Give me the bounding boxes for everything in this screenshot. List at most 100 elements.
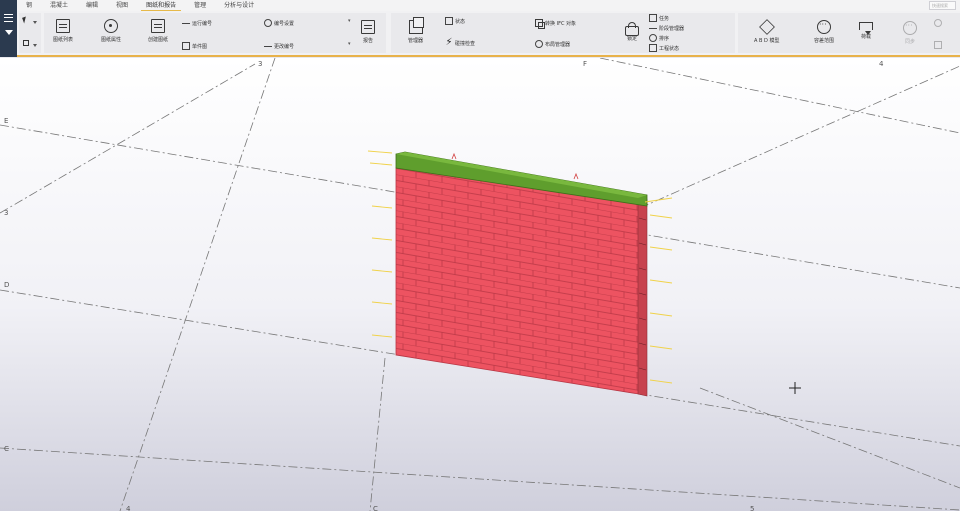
layout-manager-icon — [535, 40, 543, 48]
snap-dropdown-icon[interactable] — [33, 44, 37, 47]
measure-icon — [817, 20, 831, 34]
tab-drawings-reports[interactable]: 图纸和报告 — [137, 0, 185, 11]
status-button[interactable]: 状态 — [445, 17, 465, 25]
task-label: 任务 — [659, 15, 670, 22]
tab-concrete[interactable]: 混凝土 — [41, 0, 77, 11]
tab-manage[interactable]: 管理 — [185, 0, 215, 11]
lightning-icon: ⚡ — [445, 37, 453, 48]
hamburger-menu-icon[interactable] — [4, 14, 13, 22]
model-viewport[interactable]: 3 F 4 E 3 D C 4 C 5 — [0, 58, 960, 511]
tab-steel[interactable]: 钢 — [17, 0, 41, 11]
abd-model-button[interactable]: A B D 模型 — [754, 19, 780, 44]
organizer-button[interactable]: 管理器 — [408, 17, 424, 44]
project-status-icon — [649, 44, 657, 52]
tab-edit[interactable]: 编辑 — [77, 0, 107, 11]
single-part-drawing-button[interactable]: 单件图 — [182, 42, 207, 50]
status-label: 状态 — [455, 18, 466, 25]
grid-label-3-left: 3 — [4, 209, 8, 217]
lock-label: 锁定 — [626, 36, 637, 42]
model-view-svg: 3 F 4 E 3 D C 4 C 5 — [0, 58, 960, 511]
grid-line-3a — [0, 63, 256, 214]
create-sheet-label: 创建图纸 — [148, 37, 169, 43]
grid-line-3b — [119, 58, 276, 511]
load-icon — [859, 22, 873, 35]
drawing-list-button[interactable]: 图纸列表 — [53, 19, 73, 43]
select-dropdown-icon[interactable] — [33, 21, 37, 24]
grid-line-c2 — [369, 357, 386, 511]
sequence-icon — [649, 34, 657, 42]
change-number-dropdown-icon[interactable]: ▾ — [348, 41, 351, 47]
numbering-icon — [182, 19, 190, 27]
menu-dropdown-icon[interactable] — [5, 30, 13, 35]
numbering-dropdown-icon[interactable]: ▾ — [348, 18, 351, 24]
tab-analysis-design[interactable]: 分析与设计 — [215, 0, 263, 11]
drawings-group — [44, 13, 386, 53]
quick-search-input[interactable]: 快速搜索 — [929, 1, 956, 10]
measure-button[interactable]: 容差范围 — [814, 20, 834, 44]
grid-label-4-bottom: 4 — [126, 505, 131, 511]
wall-side-face — [637, 196, 648, 397]
layout-manager-label: 布局管理器 — [545, 41, 571, 48]
phase-manager-label: 阶段管理器 — [659, 25, 685, 32]
grid-line-c — [0, 447, 960, 511]
project-status-label: 工程状态 — [659, 45, 680, 52]
single-part-label: 单件图 — [192, 43, 208, 50]
run-numbering-button[interactable]: 运行编号 — [182, 19, 212, 27]
phase-manager-button[interactable]: 阶段管理器 — [649, 24, 684, 32]
link-icon — [934, 19, 942, 27]
drawing-properties-icon — [104, 19, 118, 33]
sync-label: 同步 — [904, 39, 915, 45]
tab-view[interactable]: 视图 — [107, 0, 137, 11]
ribbon: 图纸列表 图纸属性 创建图纸 运行编号 单件图 编号设置 更改编号 ▾ ▾ 报告… — [17, 11, 960, 57]
grid-label-c: C — [4, 445, 9, 453]
link-secondary-button[interactable] — [934, 41, 942, 49]
ribbon-tabs: 钢 混凝土 编辑 视图 图纸和报告 管理 分析与设计 — [17, 0, 960, 11]
report-button[interactable]: 报告 — [361, 20, 375, 44]
layout-manager-button[interactable]: 布局管理器 — [535, 40, 570, 48]
app-menu-strip — [0, 0, 17, 57]
create-sheet-button[interactable]: 创建图纸 — [148, 19, 168, 43]
grid-label-c-bottom: C — [373, 505, 378, 511]
sequence-button[interactable]: 排序 — [649, 34, 669, 42]
change-number-button[interactable]: 更改编号 — [264, 42, 294, 50]
select-group — [19, 13, 41, 53]
single-part-icon — [182, 42, 190, 50]
link-secondary-icon — [934, 41, 942, 49]
phase-manager-icon — [649, 24, 657, 32]
wall-front-face — [395, 167, 646, 396]
handle-mark-left — [451, 152, 457, 160]
link-button[interactable] — [934, 19, 942, 27]
brick-wall[interactable] — [395, 151, 648, 397]
drawing-list-label: 图纸列表 — [53, 37, 74, 43]
numbering-settings-button[interactable]: 编号设置 — [264, 19, 294, 27]
clash-check-button[interactable]: ⚡ 碰撞检查 — [445, 37, 476, 48]
abd-model-label: A B D 模型 — [754, 38, 780, 44]
drawing-properties-button[interactable]: 图纸属性 — [101, 19, 121, 43]
select-arrow-icon[interactable] — [22, 16, 28, 24]
drawing-properties-label: 图纸属性 — [101, 37, 122, 43]
create-sheet-icon — [151, 19, 165, 33]
status-icon — [445, 17, 453, 25]
ifc-icon — [535, 19, 545, 29]
grid-label-5-bottom: 5 — [750, 505, 754, 511]
task-button[interactable]: 任务 — [649, 14, 669, 22]
grid-label-e: E — [4, 117, 8, 125]
clash-check-label: 碰撞检查 — [455, 40, 476, 47]
sync-button[interactable]: 同步 — [903, 21, 917, 45]
convert-ifc-button[interactable]: 转换 IFC 对象 — [535, 19, 577, 29]
lock-icon — [625, 22, 639, 36]
cube-icon — [758, 19, 775, 35]
convert-ifc-label: 转换 IFC 对象 — [545, 20, 577, 27]
report-label: 报告 — [362, 38, 373, 44]
load-button[interactable]: 荷载 — [859, 20, 873, 40]
select-snap-icon[interactable] — [23, 40, 29, 46]
lock-button[interactable]: 锁定 — [625, 22, 639, 42]
grid-label-4-top: 4 — [879, 60, 884, 68]
grid-line-4b — [639, 65, 960, 209]
grid-line-4 — [599, 58, 960, 134]
grid-label-d: D — [4, 281, 9, 289]
numbering-settings-icon — [264, 19, 272, 27]
crosshair-cursor-icon — [789, 382, 801, 394]
organizer-icon — [408, 17, 424, 34]
project-status-button[interactable]: 工程状态 — [649, 44, 679, 52]
